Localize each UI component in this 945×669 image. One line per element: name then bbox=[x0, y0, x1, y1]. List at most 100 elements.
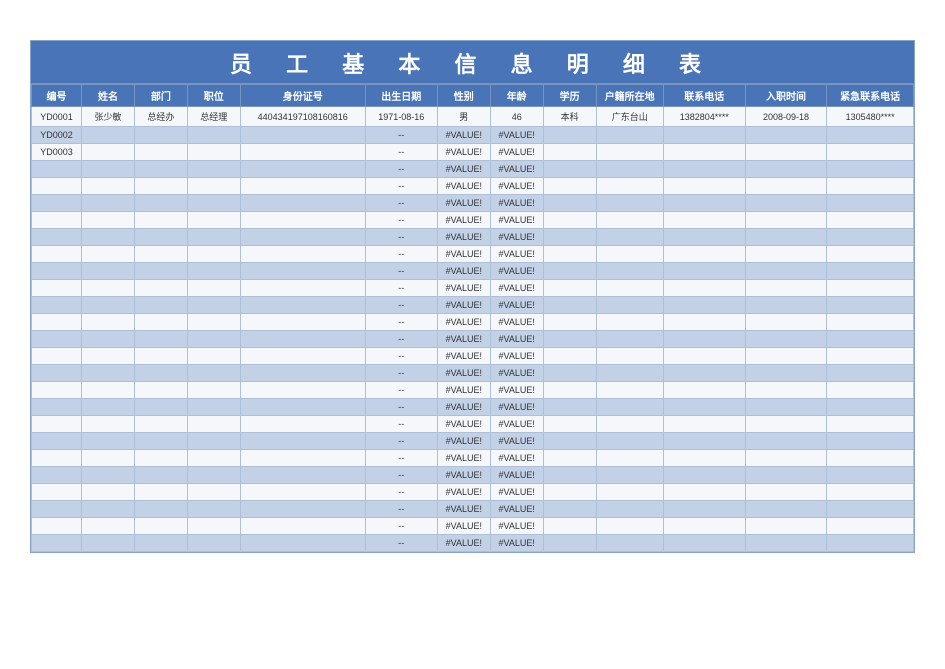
cell-bday: -- bbox=[365, 195, 437, 212]
cell-bday: -- bbox=[365, 331, 437, 348]
cell-sex: #VALUE! bbox=[437, 382, 490, 399]
cell-pos bbox=[187, 144, 240, 161]
cell-loc bbox=[596, 297, 663, 314]
cell-edu bbox=[543, 297, 596, 314]
cell-name bbox=[82, 365, 135, 382]
sheet-title: 员 工 基 本 信 息 明 细 表 bbox=[31, 41, 914, 84]
cell-etel bbox=[827, 280, 914, 297]
cell-loc bbox=[596, 518, 663, 535]
cell-id bbox=[32, 518, 82, 535]
cell-hire bbox=[745, 280, 827, 297]
cell-loc bbox=[596, 263, 663, 280]
cell-loc bbox=[596, 280, 663, 297]
cell-tel bbox=[663, 297, 745, 314]
cell-loc bbox=[596, 127, 663, 144]
cell-pos bbox=[187, 297, 240, 314]
cell-etel bbox=[827, 331, 914, 348]
cell-etel bbox=[827, 484, 914, 501]
cell-tel bbox=[663, 450, 745, 467]
cell-pos bbox=[187, 263, 240, 280]
cell-loc bbox=[596, 450, 663, 467]
cell-dept bbox=[134, 467, 187, 484]
table-row: --#VALUE!#VALUE! bbox=[32, 297, 914, 314]
cell-sex: #VALUE! bbox=[437, 331, 490, 348]
cell-hire bbox=[745, 399, 827, 416]
cell-id bbox=[32, 263, 82, 280]
cell-hire bbox=[745, 382, 827, 399]
cell-edu bbox=[543, 314, 596, 331]
cell-id bbox=[32, 212, 82, 229]
cell-etel bbox=[827, 518, 914, 535]
cell-name bbox=[82, 280, 135, 297]
cell-loc bbox=[596, 399, 663, 416]
cell-id bbox=[32, 382, 82, 399]
cell-pos bbox=[187, 229, 240, 246]
cell-tel bbox=[663, 127, 745, 144]
cell-id bbox=[32, 501, 82, 518]
cell-id bbox=[32, 535, 82, 552]
cell-etel bbox=[827, 229, 914, 246]
cell-hire bbox=[745, 433, 827, 450]
cell-id bbox=[32, 484, 82, 501]
cell-tel bbox=[663, 382, 745, 399]
cell-dept bbox=[134, 501, 187, 518]
cell-sex: #VALUE! bbox=[437, 178, 490, 195]
cell-etel bbox=[827, 178, 914, 195]
cell-age: #VALUE! bbox=[490, 331, 543, 348]
cell-name bbox=[82, 161, 135, 178]
cell-edu bbox=[543, 161, 596, 178]
cell-name bbox=[82, 195, 135, 212]
col-header-dept: 部门 bbox=[134, 85, 187, 107]
cell-hire bbox=[745, 144, 827, 161]
cell-sex: #VALUE! bbox=[437, 297, 490, 314]
cell-id bbox=[32, 348, 82, 365]
cell-id bbox=[32, 314, 82, 331]
cell-edu bbox=[543, 484, 596, 501]
employee-detail-sheet: 员 工 基 本 信 息 明 细 表 编号 姓名 部门 职位 身份证号 出生日期 … bbox=[30, 40, 915, 553]
cell-sex: #VALUE! bbox=[437, 501, 490, 518]
cell-idno bbox=[240, 195, 365, 212]
cell-tel bbox=[663, 280, 745, 297]
cell-sex: #VALUE! bbox=[437, 314, 490, 331]
cell-hire bbox=[745, 314, 827, 331]
cell-idno bbox=[240, 382, 365, 399]
cell-bday: -- bbox=[365, 535, 437, 552]
cell-bday: 1971-08-16 bbox=[365, 107, 437, 127]
cell-name bbox=[82, 314, 135, 331]
cell-etel bbox=[827, 399, 914, 416]
cell-age: #VALUE! bbox=[490, 535, 543, 552]
cell-idno bbox=[240, 501, 365, 518]
col-header-edu: 学历 bbox=[543, 85, 596, 107]
cell-bday: -- bbox=[365, 365, 437, 382]
cell-dept: 总经办 bbox=[134, 107, 187, 127]
cell-idno bbox=[240, 467, 365, 484]
col-header-sex: 性别 bbox=[437, 85, 490, 107]
cell-dept bbox=[134, 297, 187, 314]
cell-edu bbox=[543, 246, 596, 263]
header-row: 编号 姓名 部门 职位 身份证号 出生日期 性别 年龄 学历 户籍所在地 联系电… bbox=[32, 85, 914, 107]
cell-dept bbox=[134, 280, 187, 297]
cell-sex: #VALUE! bbox=[437, 263, 490, 280]
cell-tel: 1382804**** bbox=[663, 107, 745, 127]
cell-age: #VALUE! bbox=[490, 178, 543, 195]
cell-loc bbox=[596, 484, 663, 501]
cell-dept bbox=[134, 263, 187, 280]
cell-sex: #VALUE! bbox=[437, 416, 490, 433]
cell-etel bbox=[827, 314, 914, 331]
cell-dept bbox=[134, 484, 187, 501]
cell-sex: #VALUE! bbox=[437, 161, 490, 178]
col-header-tel: 联系电话 bbox=[663, 85, 745, 107]
cell-hire bbox=[745, 484, 827, 501]
table-row: --#VALUE!#VALUE! bbox=[32, 212, 914, 229]
cell-tel bbox=[663, 518, 745, 535]
cell-loc: 广东台山 bbox=[596, 107, 663, 127]
table-row: --#VALUE!#VALUE! bbox=[32, 178, 914, 195]
table-row: --#VALUE!#VALUE! bbox=[32, 246, 914, 263]
cell-bday: -- bbox=[365, 178, 437, 195]
cell-dept bbox=[134, 535, 187, 552]
cell-sex: 男 bbox=[437, 107, 490, 127]
cell-bday: -- bbox=[365, 382, 437, 399]
cell-loc bbox=[596, 501, 663, 518]
cell-sex: #VALUE! bbox=[437, 246, 490, 263]
cell-tel bbox=[663, 416, 745, 433]
